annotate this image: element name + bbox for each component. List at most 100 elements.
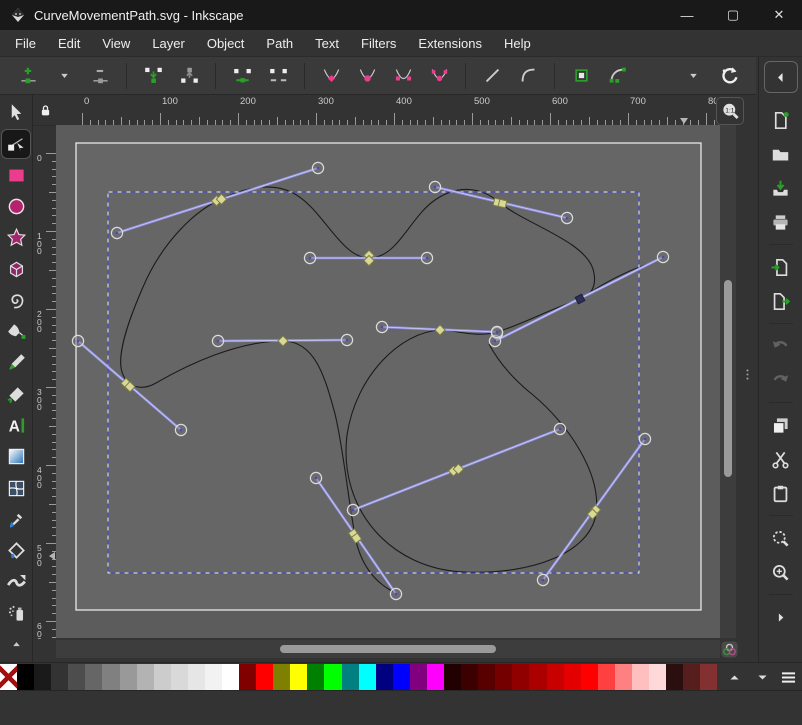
menu-filters[interactable]: Filters <box>350 32 407 55</box>
tweak-tool[interactable] <box>2 568 30 595</box>
minimize-button[interactable]: — <box>664 0 710 30</box>
horizontal-ruler[interactable]: 0100200300400500600700800 <box>57 95 716 125</box>
node-handle[interactable] <box>310 472 321 483</box>
import-document-button[interactable] <box>766 252 796 282</box>
palette-swatch-17[interactable] <box>290 664 307 690</box>
snap-toolbar-handle[interactable] <box>741 368 755 390</box>
node-handle[interactable] <box>390 588 401 599</box>
palette-swatch-16[interactable] <box>273 664 290 690</box>
node-handle[interactable] <box>376 321 387 332</box>
make-curve-button[interactable] <box>513 61 543 91</box>
node-handle[interactable] <box>72 335 83 346</box>
pen-tool[interactable] <box>2 318 30 345</box>
path-node[interactable] <box>498 199 507 208</box>
node-handle[interactable] <box>554 423 565 434</box>
delete-node-button[interactable] <box>85 61 115 91</box>
zoom-selection-button[interactable] <box>766 523 796 553</box>
node-handle[interactable] <box>347 504 358 515</box>
menu-file[interactable]: File <box>4 32 47 55</box>
selector-tool[interactable] <box>2 99 30 126</box>
rectangle-tool[interactable] <box>2 162 30 189</box>
node-handle[interactable] <box>657 251 668 262</box>
palette-swatch-19[interactable] <box>324 664 341 690</box>
spiral-tool[interactable] <box>2 287 30 314</box>
menu-view[interactable]: View <box>91 32 141 55</box>
palette-swatch-8[interactable] <box>137 664 154 690</box>
box3d-tool[interactable] <box>2 255 30 282</box>
menu-layer[interactable]: Layer <box>141 32 196 55</box>
duplicate-button[interactable] <box>766 410 796 440</box>
palette-swatch-35[interactable] <box>598 664 615 690</box>
menu-extensions[interactable]: Extensions <box>407 32 493 55</box>
paste-button[interactable] <box>766 478 796 508</box>
bucket-tool[interactable] <box>2 537 30 564</box>
node-handle[interactable] <box>312 162 323 173</box>
palette-swatch-4[interactable] <box>68 664 85 690</box>
drawing-svg[interactable] <box>56 125 720 638</box>
palette-swatch-12[interactable] <box>205 664 222 690</box>
palette-swatch-3[interactable] <box>51 664 68 690</box>
next-path-effect-button[interactable] <box>714 61 744 91</box>
make-corner-button[interactable] <box>316 61 346 91</box>
make-auto-smooth-button[interactable] <box>424 61 454 91</box>
palette-swatch-23[interactable] <box>393 664 410 690</box>
palette-swatch-39[interactable] <box>666 664 683 690</box>
gradient-tool[interactable] <box>2 443 30 470</box>
palette-swatch-20[interactable] <box>342 664 359 690</box>
menu-text[interactable]: Text <box>304 32 350 55</box>
spray-tool[interactable] <box>2 600 30 627</box>
node-handle[interactable] <box>304 252 315 263</box>
save-document-button[interactable] <box>766 173 796 203</box>
insert-node-options-button[interactable] <box>49 61 79 91</box>
palette-swatch-7[interactable] <box>120 664 137 690</box>
palette-swatch-6[interactable] <box>102 664 119 690</box>
palette-swatch-37[interactable] <box>632 664 649 690</box>
palette-swatch-26[interactable] <box>444 664 461 690</box>
palette-swatch-34[interactable] <box>581 664 598 690</box>
toolbox-overflow-arrow[interactable] <box>2 631 30 658</box>
make-symmetric-button[interactable] <box>388 61 418 91</box>
palette-swatch-36[interactable] <box>615 664 632 690</box>
palette-swatch-14[interactable] <box>239 664 256 690</box>
show-handles-options-button[interactable] <box>678 61 708 91</box>
palette-swatch-40[interactable] <box>683 664 700 690</box>
open-document-button[interactable] <box>766 139 796 169</box>
palette-swatch-31[interactable] <box>529 664 546 690</box>
palette-swatch-38[interactable] <box>649 664 666 690</box>
zoom-drawing-button[interactable] <box>766 557 796 587</box>
palette-swatch-15[interactable] <box>256 664 273 690</box>
collapse-toolbar-button[interactable] <box>764 61 798 93</box>
palette-swatch-18[interactable] <box>307 664 324 690</box>
palette-swatch-28[interactable] <box>478 664 495 690</box>
lock-rulers-button[interactable] <box>33 95 57 125</box>
palette-swatch-1[interactable] <box>17 664 34 690</box>
palette-swatch-33[interactable] <box>564 664 581 690</box>
quick-zoom-button[interactable]: 1:1 <box>716 97 744 125</box>
node-handle[interactable] <box>111 227 122 238</box>
vertical-scrollbar-thumb[interactable] <box>724 280 732 477</box>
break-nodes-button[interactable] <box>174 61 204 91</box>
node-handle[interactable] <box>561 212 572 223</box>
maximize-button[interactable]: ▢ <box>710 0 756 30</box>
palette-swatch-32[interactable] <box>547 664 564 690</box>
menu-path[interactable]: Path <box>255 32 304 55</box>
node-tool[interactable] <box>2 130 30 157</box>
print-document-button[interactable] <box>766 207 796 237</box>
palette-swatch-21[interactable] <box>359 664 376 690</box>
palette-swatch-25[interactable] <box>427 664 444 690</box>
palette-swatch-24[interactable] <box>410 664 427 690</box>
star-tool[interactable] <box>2 224 30 251</box>
palette-swatch-10[interactable] <box>171 664 188 690</box>
palette-swatch-30[interactable] <box>512 664 529 690</box>
palette-swatch-22[interactable] <box>376 664 393 690</box>
export-document-button[interactable] <box>766 286 796 316</box>
node-handle[interactable] <box>341 334 352 345</box>
node-handle[interactable] <box>537 574 548 585</box>
vertical-scrollbar[interactable] <box>720 125 736 638</box>
palette-scroll-up[interactable] <box>722 666 746 688</box>
menu-object[interactable]: Object <box>196 32 256 55</box>
horizontal-scrollbar-thumb[interactable] <box>280 645 496 653</box>
make-line-button[interactable] <box>477 61 507 91</box>
node-handle[interactable] <box>212 335 223 346</box>
commandbar-overflow-arrow-button[interactable] <box>766 602 796 632</box>
